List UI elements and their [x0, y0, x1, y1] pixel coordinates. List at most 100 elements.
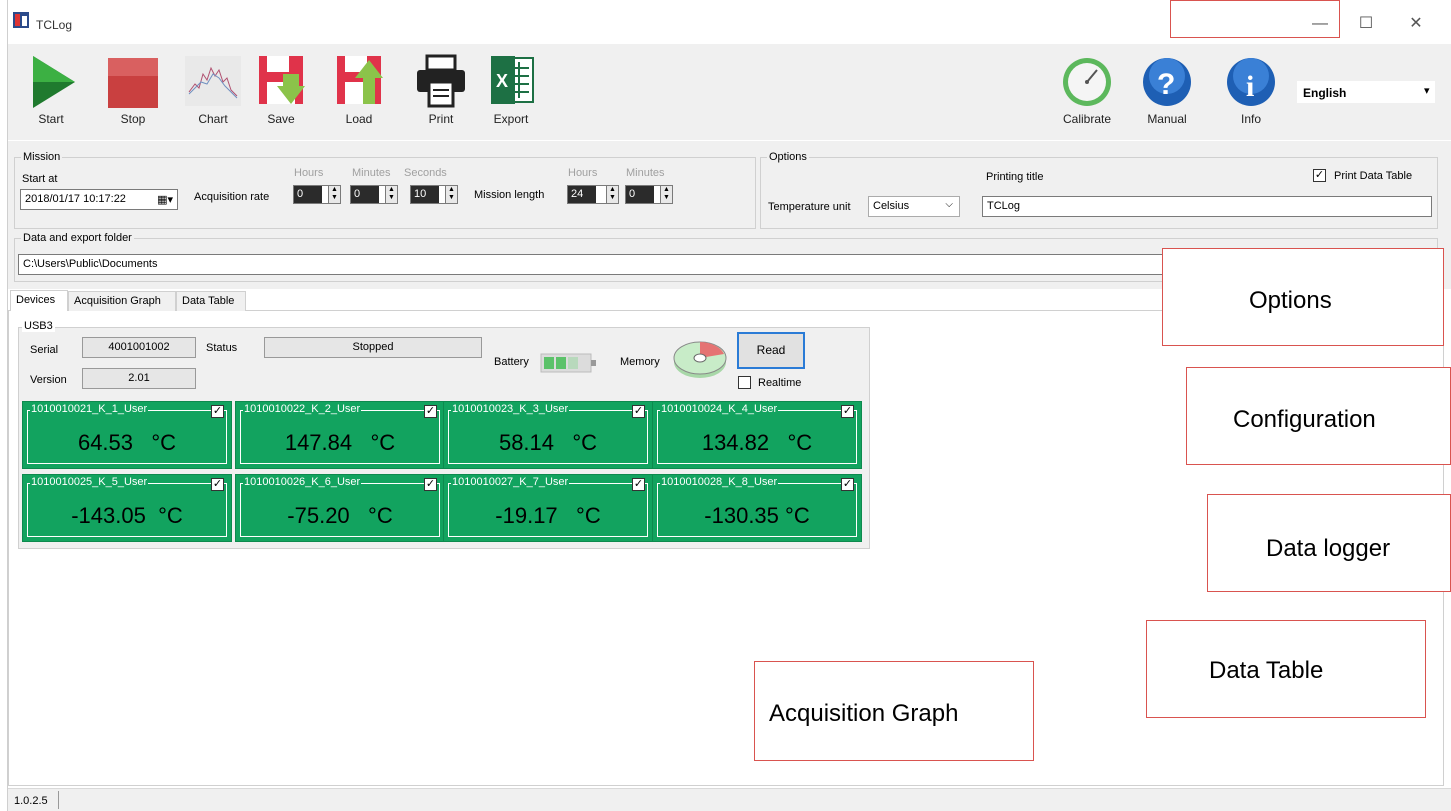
battery-icon [540, 352, 598, 377]
annotation-window-controls [1170, 0, 1340, 38]
print-button[interactable]: Print [406, 48, 476, 134]
serial-value: 4001001002 [82, 337, 196, 358]
export-button[interactable]: X Export [476, 48, 546, 134]
info-button[interactable]: i Info [1216, 48, 1286, 134]
temperature-unit-select[interactable]: Celsius ⌵ [868, 196, 960, 217]
channel-enable-checkbox[interactable]: ✓ [424, 478, 437, 491]
battery-label: Battery [494, 356, 529, 368]
status-value: Stopped [264, 337, 482, 358]
memory-label: Memory [620, 356, 660, 368]
acquisition-rate-label: Acquisition rate [194, 191, 270, 203]
realtime-label: Realtime [758, 377, 802, 389]
load-button[interactable]: Load [324, 48, 394, 134]
device-group-title: USB3 [22, 320, 55, 332]
start-at-datetime[interactable]: 2018/01/17 10:17:22 ▦▾ [20, 189, 178, 210]
svg-text:?: ? [1157, 68, 1175, 101]
annotation-options: Options [1162, 248, 1444, 346]
ml-minutes-header: Minutes [626, 167, 665, 179]
start-button[interactable]: Start [16, 48, 86, 134]
status-label: Status [206, 342, 238, 354]
acq-hours-stepper[interactable]: 0 ▲ ▼ [293, 185, 341, 204]
maximize-button[interactable]: ☐ [1346, 10, 1386, 38]
acq-minutes-stepper[interactable]: 0 ▲ ▼ [350, 185, 398, 204]
channel-enable-checkbox[interactable]: ✓ [424, 405, 437, 418]
stepper-arrows-icon[interactable]: ▲ ▼ [385, 186, 397, 203]
print-data-table-label: Print Data Table [1334, 170, 1413, 182]
annotation-configuration: Configuration [1186, 367, 1451, 465]
print-data-table-checkbox[interactable]: ✓ [1313, 169, 1326, 182]
version-label: Version [30, 374, 67, 386]
save-icon [253, 52, 309, 108]
channel-enable-checkbox[interactable]: ✓ [841, 478, 854, 491]
app-version: 1.0.2.5 [14, 795, 48, 807]
channel-tile: 1010010021_K_1_User ✓ 64.53 °C [22, 401, 232, 469]
window-title: TCLog [36, 18, 73, 32]
chart-button[interactable]: Chart [178, 48, 248, 134]
printing-title-label: Printing title [986, 171, 1044, 183]
channel-tile: 1010010025_K_5_User ✓ -143.05 °C [22, 474, 232, 542]
stepper-arrows-icon[interactable]: ▲ ▼ [606, 186, 618, 203]
acq-minutes-header: Minutes [352, 167, 391, 179]
window-left-edge [0, 0, 8, 811]
chart-icon [185, 52, 241, 108]
load-icon [331, 52, 387, 108]
acq-seconds-header: Seconds [404, 167, 447, 179]
channel-enable-checkbox[interactable]: ✓ [632, 405, 645, 418]
chevron-down-icon: ⌵ [945, 199, 953, 210]
save-button[interactable]: Save [246, 48, 316, 134]
calibrate-button[interactable]: Calibrate [1052, 48, 1122, 134]
chevron-down-icon: ▾ [1424, 85, 1430, 97]
channel-tile: 1010010022_K_2_User ✓ 147.84 °C [235, 401, 445, 469]
mission-length-label: Mission length [474, 189, 545, 201]
svg-text:X: X [496, 71, 508, 91]
annotation-data-logger: Data logger [1207, 494, 1451, 592]
printer-icon [413, 52, 469, 108]
acq-hours-header: Hours [294, 167, 324, 179]
info-icon: i [1223, 52, 1279, 108]
channel-enable-checkbox[interactable]: ✓ [211, 478, 224, 491]
printing-title-input[interactable]: TCLog [982, 196, 1432, 217]
serial-label: Serial [30, 344, 59, 356]
temperature-unit-label: Temperature unit [768, 201, 851, 213]
tab-devices[interactable]: Devices [10, 290, 68, 311]
channel-enable-checkbox[interactable]: ✓ [841, 405, 854, 418]
version-value: 2.01 [82, 368, 196, 389]
start-at-label: Start at [22, 173, 58, 185]
read-button[interactable]: Read [737, 332, 805, 369]
ml-hours-stepper[interactable]: 24 ▲ ▼ [567, 185, 619, 204]
stepper-arrows-icon[interactable]: ▲ ▼ [445, 186, 457, 203]
ml-minutes-stepper[interactable]: 0 ▲ ▼ [625, 185, 673, 204]
channel-tile: 1010010028_K_8_User ✓ -130.35 °C [652, 474, 862, 542]
calendar-icon: ▦▾ [157, 194, 173, 206]
tab-acquisition-graph[interactable]: Acquisition Graph [68, 291, 176, 311]
manual-button[interactable]: ? Manual [1132, 48, 1202, 134]
acq-seconds-stepper[interactable]: 10 ▲ ▼ [410, 185, 458, 204]
excel-icon: X [483, 52, 539, 108]
status-divider [58, 791, 59, 809]
annotation-acquisition-graph: Acquisition Graph [754, 661, 1034, 761]
channel-tile: 1010010024_K_4_User ✓ 134.82 °C [652, 401, 862, 469]
language-select[interactable]: English [1296, 80, 1436, 104]
tab-data-table[interactable]: Data Table [176, 291, 246, 311]
channel-enable-checkbox[interactable]: ✓ [211, 405, 224, 418]
help-icon: ? [1139, 52, 1195, 108]
channel-tile: 1010010027_K_7_User ✓ -19.17 °C [443, 474, 653, 542]
svg-text:i: i [1246, 70, 1254, 103]
channel-tile: 1010010023_K_3_User ✓ 58.14 °C [443, 401, 653, 469]
stop-button[interactable]: Stop [98, 48, 168, 134]
app-icon [13, 12, 29, 28]
status-bar [8, 788, 1451, 811]
stop-icon [105, 52, 161, 108]
ml-hours-header: Hours [568, 167, 598, 179]
stepper-arrows-icon[interactable]: ▲ ▼ [328, 186, 340, 203]
memory-disk-icon [672, 336, 728, 383]
stepper-arrows-icon[interactable]: ▲ ▼ [660, 186, 672, 203]
options-group: Options [760, 151, 1438, 229]
annotation-data-table: Data Table [1146, 620, 1426, 718]
realtime-checkbox[interactable] [738, 376, 751, 389]
gauge-icon [1059, 52, 1115, 108]
channel-tile: 1010010026_K_6_User ✓ -75.20 °C [235, 474, 445, 542]
close-button[interactable]: ✕ [1396, 10, 1436, 38]
channel-enable-checkbox[interactable]: ✓ [632, 478, 645, 491]
play-icon [23, 52, 79, 108]
